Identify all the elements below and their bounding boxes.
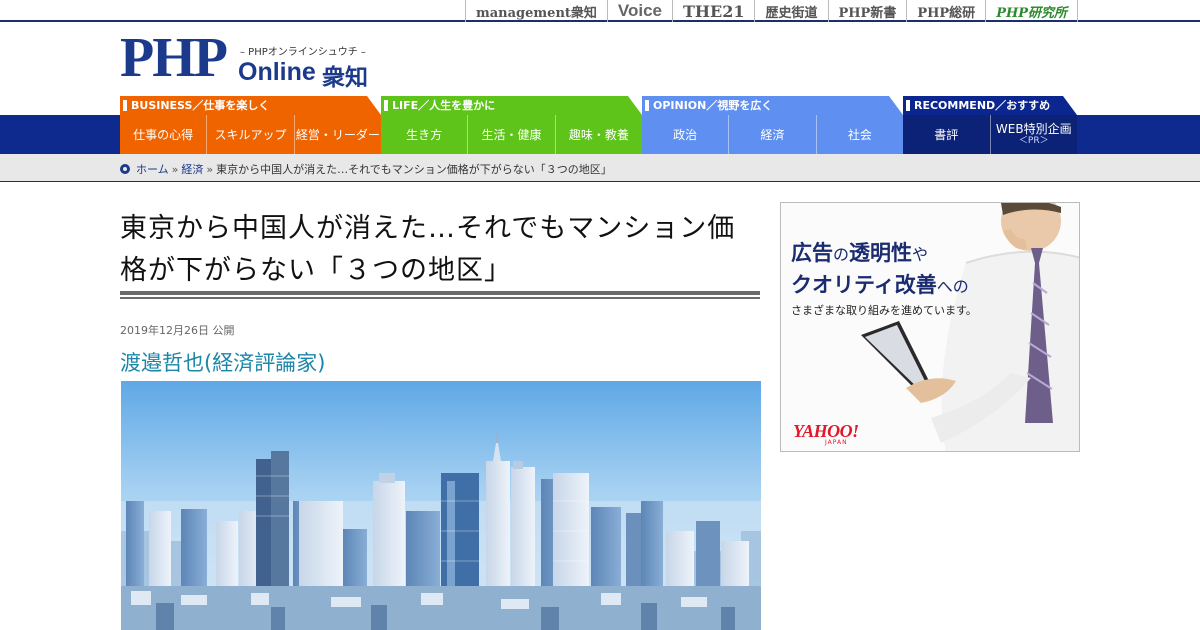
web-special-label: WEB特別企画 [995,121,1072,136]
category-nav: BUSINESS／仕事を楽しく 仕事の心得 スキルアップ 経営・リーダー LIF… [0,96,1200,154]
site-logo[interactable]: PHP – PHPオンラインシュウチ – Online 衆知 [120,30,380,91]
breadcrumb-separator: » [206,162,214,176]
ad-headline-line2: クオリティ改善への [791,273,969,297]
breadcrumb-current: 東京から中国人が消えた…それでもマンション価格が下がらない「３つの地区」 [216,163,612,176]
logo-shuchi: 衆知 [322,64,368,91]
nav-item-keizai[interactable]: 経済 [729,115,817,154]
nav-head-life[interactable]: LIFE／人生を豊かに [381,96,642,115]
yahoo-japan-logo-sub: JAPAN [825,439,848,446]
network-link[interactable]: management衆知 [465,0,607,22]
nav-group-recommend: RECOMMEND／おすすめ 書評 WEB特別企画 ＜PR＞ [903,96,1077,154]
network-link[interactable]: Voice [606,0,672,22]
nav-group-life: LIFE／人生を豊かに 生き方 生活・健康 趣味・教養 [381,96,642,154]
nav-item-seiji[interactable]: 政治 [642,115,730,154]
nav-head-opinion[interactable]: OPINION／視野を広く [642,96,903,115]
ad-subtext: さまざまな取り組みを進めています。 [791,304,977,317]
logo-online: Online [238,58,316,86]
logo-php: PHP [120,27,228,89]
nav-item-ikikata[interactable]: 生き方 [381,115,469,154]
breadcrumb-category[interactable]: 経済 [181,161,203,177]
network-link[interactable]: PHP総研 [906,0,985,22]
network-links: management衆知 Voice THE21 歴史街道 PHP新書 PHP総研 PHP研… [465,0,1079,22]
nav-group-business: BUSINESS／仕事を楽しく 仕事の心得 スキルアップ 経営・リーダー [120,96,381,154]
breadcrumb-home[interactable]: ホーム [136,161,169,177]
network-link[interactable]: THE21 [672,0,754,22]
nav-item-web-special[interactable]: WEB特別企画 ＜PR＞ [991,115,1078,154]
breadcrumb-bullet-icon [120,164,130,174]
nav-item-shakai[interactable]: 社会 [817,115,903,154]
network-link[interactable]: PHP新書 [827,0,907,22]
publish-date: 2019年12月26日 公開 [120,324,235,337]
breadcrumb-separator: » [171,162,179,176]
article-title: 東京から中国人が消えた…それでもマンション価格が下がらない「３つの地区」 [120,213,736,286]
site-network-bar: management衆知 Voice THE21 歴史街道 PHP新書 PHP総研 PHP研… [0,0,1200,22]
nav-item-shohyo[interactable]: 書評 [903,115,991,154]
nav-group-opinion: OPINION／視野を広く 政治 経済 社会 [642,96,903,154]
nav-item-seikatsu-kenko[interactable]: 生活・健康 [468,115,556,154]
network-link[interactable]: PHP研究所 [985,0,1079,22]
nav-head-recommend[interactable]: RECOMMEND／おすすめ [903,96,1077,115]
author-name[interactable]: 渡邉哲也(経済評論家) [120,347,325,377]
hero-image-tokyo-skyline [121,381,761,630]
title-rule [120,297,760,299]
breadcrumb: ホーム » 経済 » 東京から中国人が消えた…それでもマンション価格が下がらない… [0,154,1200,182]
nav-item-keiei-leader[interactable]: 経営・リーダー [295,115,381,154]
logo-reading: – PHPオンラインシュウチ – [240,47,366,58]
sidebar-ad-banner[interactable]: 広告の透明性や クオリティ改善への さまざまな取り組みを進めています。 YAHO… [780,202,1080,452]
nav-item-shigoto-no-kokoroe[interactable]: 仕事の心得 [120,115,208,154]
nav-head-business[interactable]: BUSINESS／仕事を楽しく [120,96,381,115]
title-rule [120,291,760,295]
pr-label: ＜PR＞ [1018,135,1049,146]
ad-headline-line1: 広告の透明性や [791,241,929,265]
nav-item-skill-up[interactable]: スキルアップ [207,115,295,154]
nav-item-shumi-kyoyo[interactable]: 趣味・教養 [556,115,642,154]
network-link[interactable]: 歴史街道 [754,0,827,22]
